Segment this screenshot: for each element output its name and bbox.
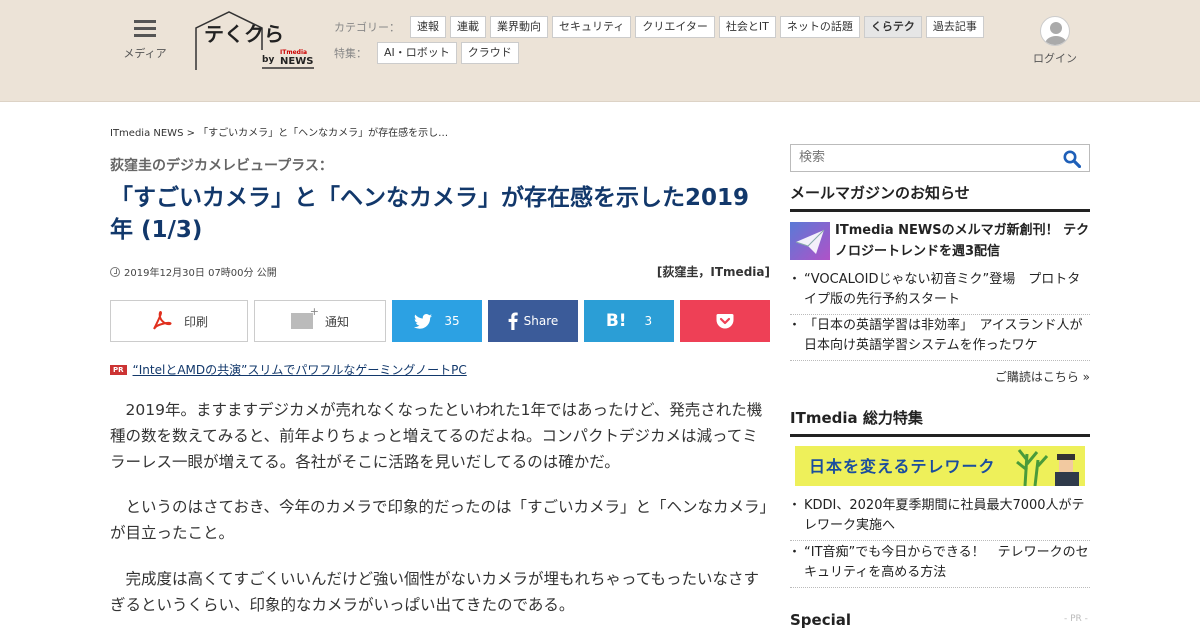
special-pr-label: - PR - xyxy=(1064,614,1088,624)
pr-badge: PR xyxy=(110,364,127,375)
list-item[interactable]: KDDI、2020年夏季期間に社員最大7000人がテレワーク実施へ xyxy=(788,496,1090,541)
logo-by: by xyxy=(262,55,275,65)
article-paragraph: 完成度は高くてすごくいいんだけど強い個性がないカメラが埋もれちゃってもったいなさ… xyxy=(110,570,759,614)
publish-date-text: 2019年12月30日 07時00分 公開 xyxy=(124,268,277,279)
twitter-count: 35 xyxy=(444,314,460,328)
search-box xyxy=(790,144,1090,172)
facebook-share-button[interactable]: Share xyxy=(488,300,578,342)
category-nav: カテゴリー： 速報 連載 業界動向 セキュリティ クリエイター 社会とIT ネッ… xyxy=(334,16,984,38)
feature-tag-cloud[interactable]: クラウド xyxy=(460,42,519,64)
logo-itmedia-news: ITmedia NEWS xyxy=(280,49,314,67)
pocket-icon xyxy=(716,314,734,329)
category-tag-breaking[interactable]: 速報 xyxy=(410,16,446,38)
article-paragraph: 2019年。ますますデジカメが売れなくなったといわれた1年ではあったけど、発売さ… xyxy=(110,401,763,471)
breadcrumb[interactable]: ITmedia NEWS > 「すごいカメラ」と「ヘンなカメラ」が存在感を示し… xyxy=(110,124,448,139)
facebook-icon xyxy=(508,312,518,330)
feature-nav: 特集： AI・ロボット クラウド xyxy=(334,42,519,64)
category-tag-net[interactable]: ネットの話題 xyxy=(779,16,860,38)
pocket-button[interactable] xyxy=(680,300,770,342)
notify-label: 通知 xyxy=(324,314,349,329)
special-heading: Special xyxy=(790,611,852,629)
search-input[interactable] xyxy=(799,150,1039,165)
list-item[interactable]: “IT音痴”でも今日からできる！ テレワークのセキュリティを高める方法 xyxy=(788,543,1090,588)
share-bar: 印刷 通知 35 Share B! 3 xyxy=(110,300,770,342)
envelope-icon xyxy=(795,229,825,254)
mail-plus-icon xyxy=(290,305,319,329)
category-tag-archive[interactable]: 過去記事 xyxy=(925,16,984,38)
hatena-bookmark-button[interactable]: B! 3 xyxy=(584,300,674,342)
facebook-label: Share xyxy=(523,314,559,328)
hatena-count: 3 xyxy=(644,314,653,328)
category-tag-society[interactable]: 社会とIT xyxy=(718,16,776,38)
telework-banner[interactable]: 日本を変えるテレワーク xyxy=(795,446,1085,486)
category-tag-security[interactable]: セキュリティ xyxy=(552,16,632,38)
hamburger-icon xyxy=(134,20,156,38)
twitter-share-button[interactable]: 35 xyxy=(392,300,482,342)
pdf-icon xyxy=(153,311,172,330)
publish-date: 2019年12月30日 07時00分 公開 xyxy=(110,264,277,279)
site-logo[interactable]: テくクら by ITmedia NEWS xyxy=(194,10,314,72)
logo-wordmark: テくクら xyxy=(204,22,284,46)
site-header: メディア テくクら by ITmedia NEWS カテゴリー： 速報 連載 業… xyxy=(0,0,1200,102)
clock-icon xyxy=(110,266,120,277)
article-paragraph: というのはさておき、今年のカメラで印象的だったのは「すごいカメラ」と「ヘンなカメ… xyxy=(110,498,768,542)
search-icon[interactable] xyxy=(1063,150,1081,168)
telework-banner-text: 日本を変えるテレワーク xyxy=(809,457,996,476)
media-menu-label: メディア xyxy=(123,47,167,60)
twitter-icon xyxy=(414,313,433,329)
media-menu-button[interactable]: メディア xyxy=(118,20,172,61)
article-title: 「すごいカメラ」と「ヘンなカメラ」が存在感を示した2019年 (1/3) xyxy=(110,185,750,243)
notify-button[interactable]: 通知 xyxy=(254,300,386,342)
newsletter-title[interactable]: ITmedia NEWSのメルマガ新創刊！ テクノロジートレンドを週3配信 xyxy=(835,220,1090,262)
hatena-bookmark-icon: B! xyxy=(605,311,627,331)
feature-tag-ai[interactable]: AI・ロボット xyxy=(377,42,457,64)
newsletter-thumbnail xyxy=(790,222,830,260)
list-item[interactable]: 「日本の英語学習は非効率」 アイスランド人が日本向け英語学習システムを作ったワケ xyxy=(788,316,1090,361)
list-item[interactable]: “VOCALOIDじゃない初音ミク”登場 プロトタイプ版の先行予約スタート xyxy=(788,270,1090,315)
category-tag-industry[interactable]: 業界動向 xyxy=(490,16,548,38)
category-tag-kuratech[interactable]: くらテク xyxy=(863,16,922,38)
user-icon xyxy=(1040,16,1070,46)
feature-heading: ITmedia 総力特集 xyxy=(790,407,1090,437)
pr-link[interactable]: PR “IntelとAMDの共演”スリムでパワフルなゲーミングノートPC xyxy=(110,361,467,378)
category-label: カテゴリー： xyxy=(334,21,400,34)
pr-link-text[interactable]: “IntelとAMDの共演”スリムでパワフルなゲーミングノートPC xyxy=(133,361,467,378)
author-byline: [荻窪圭，ITmedia] xyxy=(656,265,770,279)
subscribe-link[interactable]: ご購読はこちら » xyxy=(790,368,1090,385)
newsletter-heading: メールマガジンのお知らせ xyxy=(790,182,1090,212)
login-button[interactable]: ログイン xyxy=(1030,16,1080,66)
feature-label: 特集： xyxy=(334,47,367,60)
series-title: 荻窪圭のデジカメレビュープラス： xyxy=(110,158,333,174)
category-tag-series[interactable]: 連載 xyxy=(450,16,486,38)
category-tag-creator[interactable]: クリエイター xyxy=(635,16,715,38)
plant-illustration xyxy=(1016,449,1079,486)
print-label: 印刷 xyxy=(183,314,208,329)
login-label: ログイン xyxy=(1033,52,1077,65)
print-button[interactable]: 印刷 xyxy=(110,300,248,342)
